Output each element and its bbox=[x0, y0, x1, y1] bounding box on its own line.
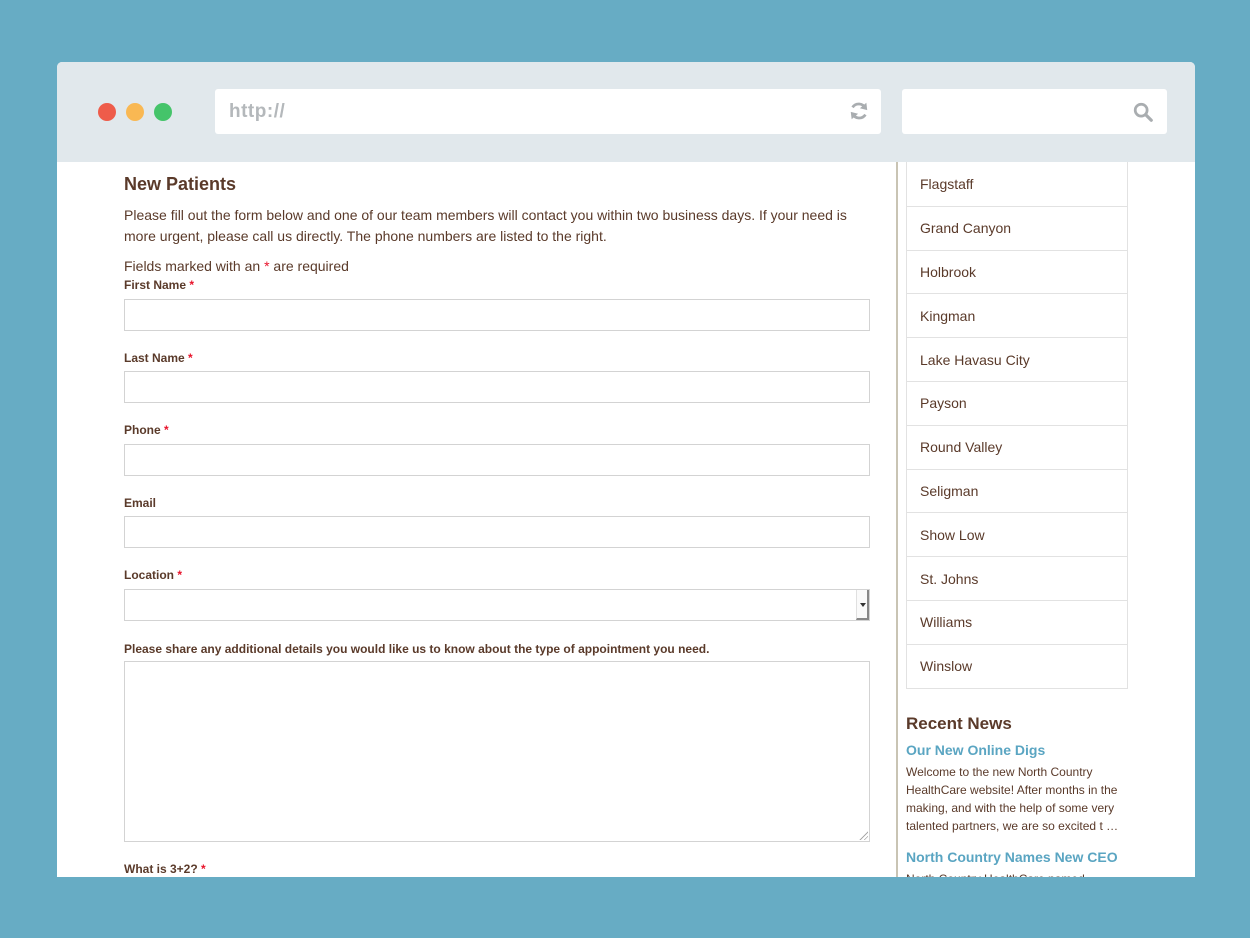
required-star: * bbox=[189, 278, 195, 292]
browser-window: http:// New Patients Please fill out the… bbox=[57, 62, 1195, 877]
location-link[interactable]: Grand Canyon bbox=[907, 205, 1127, 250]
required-star: * bbox=[201, 862, 206, 876]
location-link[interactable]: Seligman bbox=[907, 468, 1127, 513]
phone-label-text: Phone bbox=[124, 423, 161, 437]
required-star: * bbox=[164, 423, 169, 437]
chevron-down-icon[interactable] bbox=[856, 590, 869, 620]
address-bar[interactable]: http:// bbox=[215, 89, 881, 134]
location-select[interactable] bbox=[124, 589, 870, 621]
last-name-input[interactable] bbox=[124, 371, 870, 403]
details-textarea[interactable] bbox=[124, 661, 870, 842]
excerpt-line: making, and with the help of some very bbox=[906, 801, 1115, 815]
location-link[interactable]: Holbrook bbox=[907, 249, 1127, 294]
location-link[interactable]: Kingman bbox=[907, 293, 1127, 337]
news-item-excerpt: North Country HealthCare named bbox=[906, 870, 1122, 877]
location-label: Location * bbox=[124, 568, 182, 582]
captcha-label-text: What is 3+2? bbox=[124, 862, 198, 876]
excerpt-line: talented partners, we are so excited t … bbox=[906, 819, 1119, 833]
browser-search-field[interactable] bbox=[902, 89, 1167, 134]
captcha-label: What is 3+2? * bbox=[124, 862, 206, 876]
news-item-title-link[interactable]: Our New Online Digs bbox=[906, 742, 1045, 758]
required-note-suffix: are required bbox=[269, 258, 349, 274]
phone-label: Phone * bbox=[124, 423, 169, 437]
form-intro: Please fill out the form below and one o… bbox=[124, 207, 847, 244]
location-link[interactable]: Payson bbox=[907, 380, 1127, 425]
required-fields-note: Fields marked with an * are required bbox=[124, 258, 349, 274]
search-icon[interactable] bbox=[1132, 101, 1154, 123]
reload-icon[interactable] bbox=[848, 100, 870, 122]
close-window-button[interactable] bbox=[98, 103, 116, 121]
page-title: New Patients bbox=[124, 174, 237, 194]
location-link[interactable]: Winslow bbox=[907, 643, 1127, 688]
location-label-text: Location bbox=[124, 568, 174, 582]
maximize-window-button[interactable] bbox=[154, 103, 172, 121]
address-bar-placeholder: http:// bbox=[229, 101, 286, 122]
locations-list: Flagstaff Grand Canyon Holbrook Kingman … bbox=[906, 162, 1128, 689]
email-label-text: Email bbox=[124, 496, 157, 510]
first-name-label: First Name * bbox=[124, 278, 194, 292]
location-link[interactable]: Flagstaff bbox=[907, 162, 1127, 206]
location-link[interactable]: Show Low bbox=[907, 512, 1127, 556]
location-link[interactable]: Lake Havasu City bbox=[907, 337, 1127, 381]
last-name-label-text: Last Name bbox=[124, 351, 185, 365]
phone-input[interactable] bbox=[124, 444, 870, 476]
required-star: * bbox=[177, 568, 183, 582]
required-note-prefix: Fields marked with an bbox=[124, 258, 265, 274]
minimize-window-button[interactable] bbox=[126, 103, 144, 121]
news-item-title-link[interactable]: North Country Names New CEO bbox=[906, 849, 1118, 865]
location-link[interactable]: Round Valley bbox=[907, 424, 1127, 469]
excerpt-line: North Country HealthCare named bbox=[906, 870, 1122, 877]
required-star: * bbox=[188, 351, 193, 365]
column-divider bbox=[896, 162, 898, 877]
recent-news-heading: Recent News bbox=[906, 714, 1012, 733]
excerpt-line: Welcome to the new North Country bbox=[906, 765, 1093, 779]
resize-handle-icon[interactable] bbox=[858, 830, 868, 840]
location-link[interactable]: St. Johns bbox=[907, 556, 1127, 600]
browser-toolbar: http:// bbox=[57, 62, 1195, 162]
first-name-input[interactable] bbox=[124, 299, 870, 331]
page-content: New Patients Please fill out the form be… bbox=[57, 162, 1195, 877]
first-name-label-text: First Name bbox=[124, 278, 187, 292]
details-label: Please share any additional details you … bbox=[124, 642, 710, 656]
location-link[interactable]: Williams bbox=[907, 599, 1127, 644]
email-input[interactable] bbox=[124, 516, 870, 548]
news-item-excerpt: Welcome to the new North Country HealthC… bbox=[906, 763, 1122, 835]
email-label: Email bbox=[124, 496, 156, 510]
last-name-label: Last Name * bbox=[124, 351, 193, 365]
excerpt-line: HealthCare website! After months in the bbox=[906, 783, 1118, 797]
